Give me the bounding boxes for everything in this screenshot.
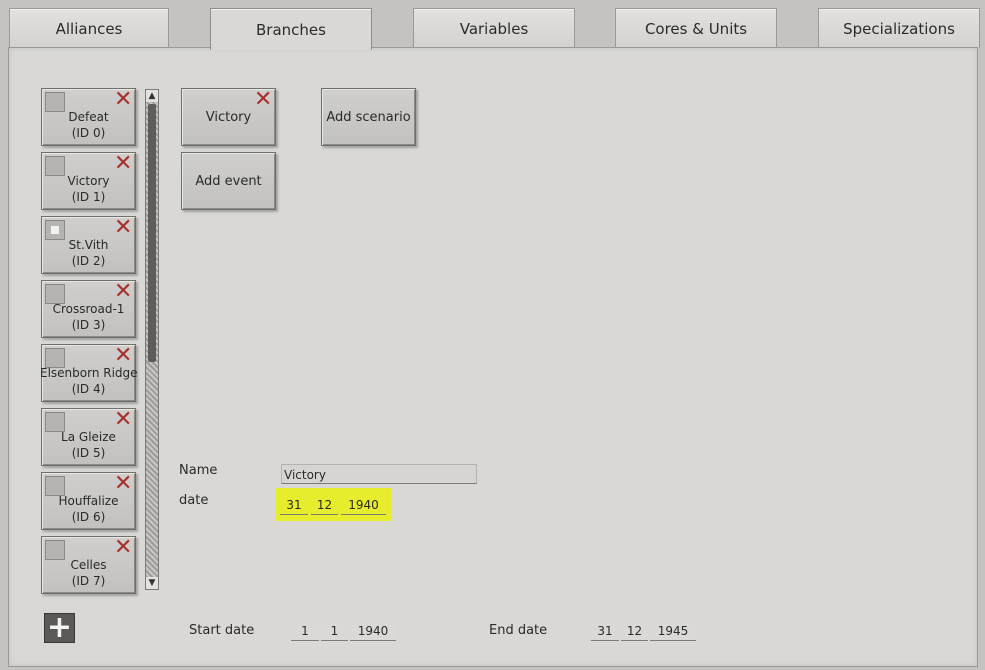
branch-name: Celles <box>70 558 107 572</box>
close-icon[interactable]: ✕ <box>114 409 132 431</box>
end-date-label: End date <box>489 623 548 638</box>
tab-label: Specializations <box>843 19 955 38</box>
name-input[interactable]: Victory <box>281 464 477 484</box>
branch-item-la-gleize[interactable]: ✕ La Gleize (ID 5) <box>41 408 136 466</box>
tab-label: Branches <box>256 20 326 39</box>
close-icon[interactable]: ✕ <box>114 217 132 239</box>
tab-label: Cores & Units <box>644 19 748 38</box>
name-label: Name <box>179 463 218 478</box>
branch-name: La Gleize <box>61 430 116 444</box>
end-day-input[interactable]: 31 <box>591 621 619 641</box>
date-month-input[interactable]: 12 <box>311 495 338 515</box>
add-event-label: Add event <box>195 173 262 189</box>
close-icon[interactable]: ✕ <box>114 153 132 175</box>
close-icon[interactable]: ✕ <box>114 345 132 367</box>
victory-event-button[interactable]: Victory ✕ <box>181 88 276 146</box>
scroll-up-icon[interactable]: ▲ <box>146 90 158 102</box>
branch-item-celles[interactable]: ✕ Celles (ID 7) <box>41 536 136 594</box>
close-icon[interactable]: ✕ <box>114 537 132 559</box>
close-icon[interactable]: ✕ <box>114 281 132 303</box>
end-month-input[interactable]: 12 <box>621 621 648 641</box>
tab-label: Variables <box>459 19 529 38</box>
tab-cores-units[interactable]: Cores & Units <box>615 8 777 48</box>
tab-label: Alliances <box>55 19 123 38</box>
add-scenario-label: Add scenario <box>326 109 411 125</box>
tab-bar: Alliances Branches Variables Cores & Uni… <box>0 0 985 50</box>
add-branch-button[interactable]: + <box>44 613 75 643</box>
branch-name: St.Vith <box>68 238 109 252</box>
close-icon[interactable]: ✕ <box>254 89 272 111</box>
start-date-label: Start date <box>189 623 255 638</box>
branch-item-victory[interactable]: ✕ Victory (ID 1) <box>41 152 136 210</box>
branch-item-elsenborn-ridge[interactable]: ✕ Elsenborn Ridge (ID 4) <box>40 344 138 402</box>
date-day-input[interactable]: 31 <box>280 495 308 515</box>
close-icon[interactable]: ✕ <box>114 89 132 111</box>
branch-name: Victory <box>67 174 110 188</box>
branch-id: (ID 6) <box>71 510 106 524</box>
tab-branches[interactable]: Branches <box>210 8 372 50</box>
branch-id: (ID 5) <box>71 446 106 460</box>
victory-event-label: Victory <box>205 109 252 125</box>
date-label: date <box>179 493 209 508</box>
date-year-input[interactable]: 1940 <box>341 495 386 515</box>
branch-id: (ID 1) <box>71 190 106 204</box>
branch-id: (ID 3) <box>71 318 106 332</box>
branch-id: (ID 4) <box>71 382 106 396</box>
scroll-thumb[interactable] <box>148 104 156 362</box>
add-event-button[interactable]: Add event <box>181 152 276 210</box>
branch-name: Crossroad-1 <box>52 302 125 316</box>
branch-list-scrollbar[interactable]: ▲ ▼ <box>145 89 159 590</box>
end-year-input[interactable]: 1945 <box>650 621 696 641</box>
branch-name: Houffalize <box>58 494 119 508</box>
scroll-down-icon[interactable]: ▼ <box>146 577 158 589</box>
plus-icon: + <box>46 610 73 645</box>
start-day-input[interactable]: 1 <box>291 621 319 641</box>
branch-name: Elsenborn Ridge <box>40 366 138 380</box>
branch-item-crossroad-1[interactable]: ✕ Crossroad-1 (ID 3) <box>41 280 136 338</box>
close-icon[interactable]: ✕ <box>114 473 132 495</box>
branch-item-defeat[interactable]: ✕ Defeat (ID 0) <box>41 88 136 146</box>
tab-variables[interactable]: Variables <box>413 8 575 48</box>
start-month-input[interactable]: 1 <box>321 621 348 641</box>
branch-id: (ID 2) <box>71 254 106 268</box>
branch-id: (ID 7) <box>71 574 106 588</box>
tab-alliances[interactable]: Alliances <box>9 8 169 48</box>
branch-id: (ID 0) <box>71 126 106 140</box>
branch-name: Defeat <box>68 110 109 124</box>
branch-item-houffalize[interactable]: ✕ Houffalize (ID 6) <box>41 472 136 530</box>
add-scenario-button[interactable]: Add scenario <box>321 88 416 146</box>
tab-specializations[interactable]: Specializations <box>818 8 980 48</box>
branch-item-st-vith[interactable]: ✕ St.Vith (ID 2) <box>41 216 136 274</box>
start-year-input[interactable]: 1940 <box>350 621 396 641</box>
